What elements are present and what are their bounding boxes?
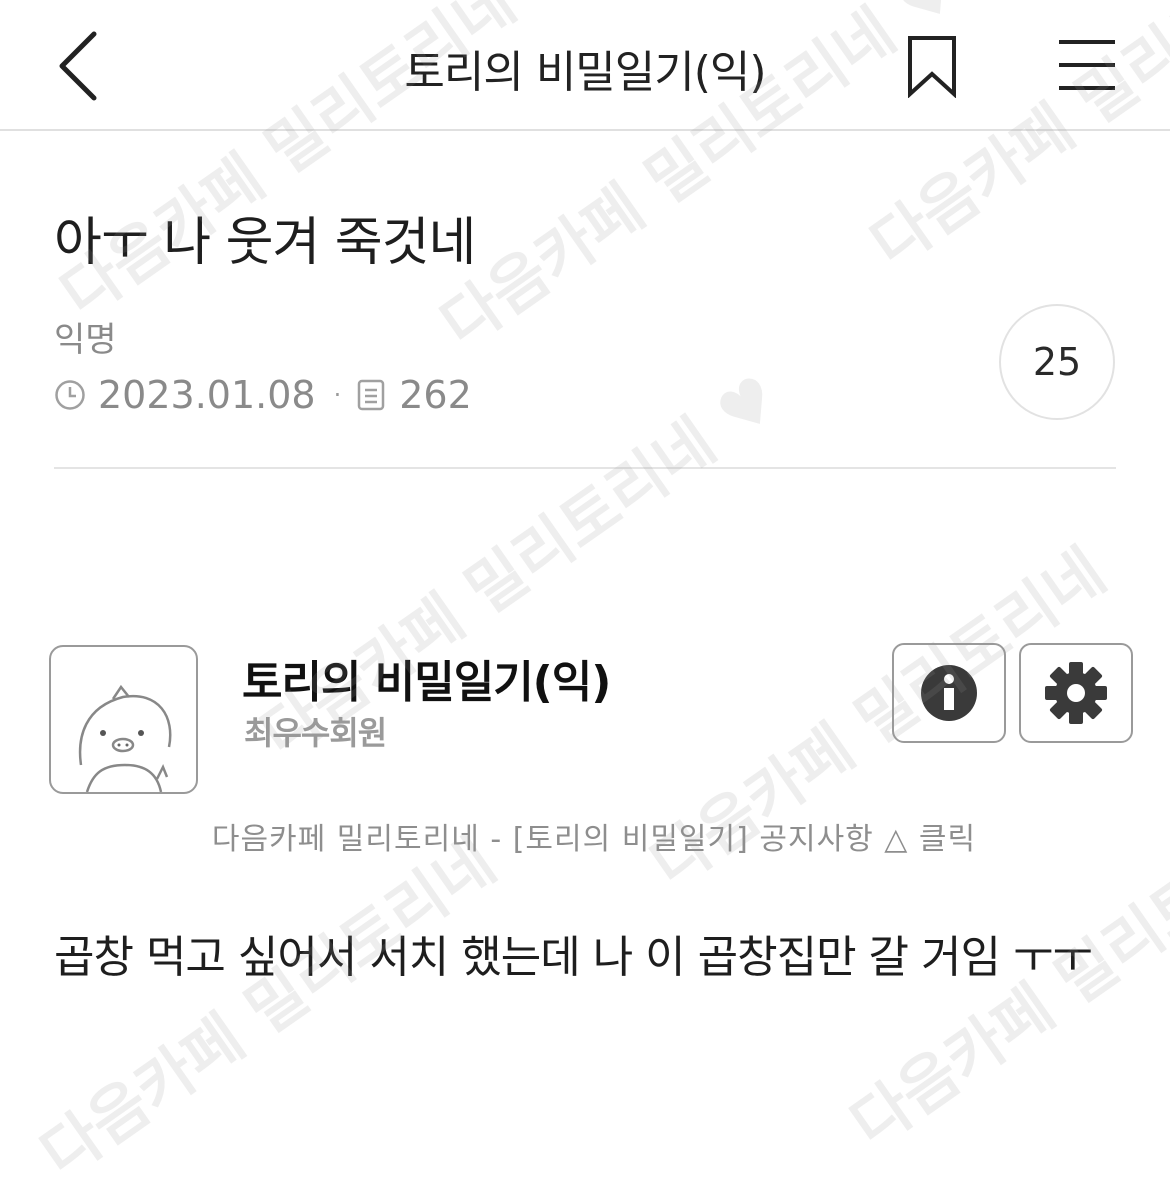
- comment-count-button[interactable]: 25: [999, 304, 1115, 420]
- pig-mascot-icon: [78, 684, 172, 792]
- bookmark-button[interactable]: [904, 34, 960, 99]
- banner-avatar: [49, 645, 198, 794]
- post-body: 곱창 먹고 싶어서 서치 했는데 나 이 곱창집만 갈 거임 ㅜㅜ: [54, 932, 1093, 983]
- menu-button[interactable]: [1056, 36, 1118, 94]
- info-button[interactable]: [892, 643, 1006, 743]
- divider: [54, 467, 1116, 469]
- post-meta: 2023.01.08 · 262: [54, 370, 472, 420]
- post-date: 2023.01.08: [98, 373, 316, 417]
- clock-icon: [55, 380, 85, 410]
- settings-button[interactable]: [1019, 643, 1133, 743]
- banner-board-name: 토리의 비밀일기(익): [242, 657, 611, 708]
- info-icon: [921, 665, 977, 721]
- board-title: 토리의 비밀일기(익): [404, 47, 766, 98]
- watermark: 다음카페 밀리토리네: [28, 824, 509, 1192]
- document-icon: [357, 379, 385, 411]
- view-count: 262: [399, 373, 472, 417]
- back-button[interactable]: [50, 28, 110, 104]
- post-author[interactable]: 익명: [54, 312, 117, 361]
- hamburger-menu-icon: [1059, 40, 1115, 90]
- top-bar: 토리의 비밀일기(익): [0, 0, 1170, 131]
- back-arrow-icon: [59, 31, 97, 101]
- post-title: 아ㅜ 나 웃겨 죽것네: [54, 213, 476, 273]
- meta-separator: ·: [333, 381, 342, 409]
- gear-icon: [1045, 662, 1107, 724]
- notice-link[interactable]: 다음카페 밀리토리네 - [토리의 비밀일기] 공지사항 △ 클릭: [0, 814, 1170, 858]
- member-grade: 최우수회원: [244, 714, 387, 752]
- bookmark-icon: [908, 36, 956, 99]
